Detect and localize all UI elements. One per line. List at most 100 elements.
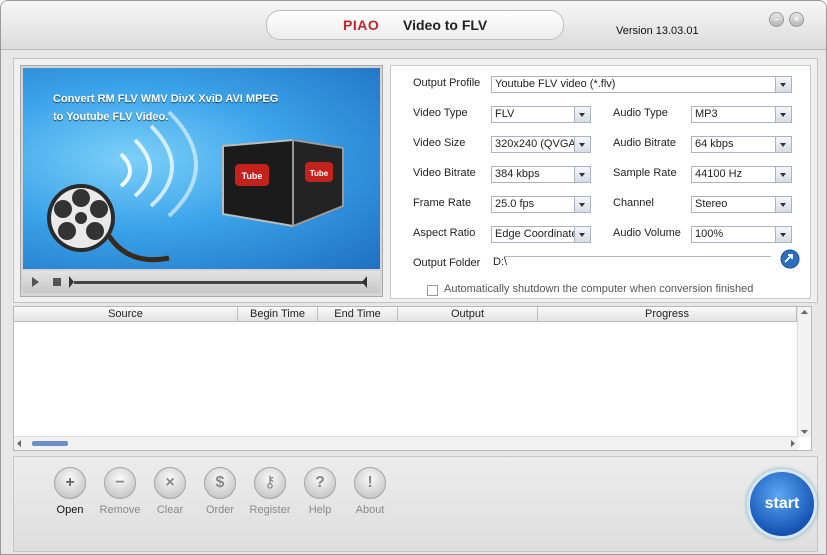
audio-bitrate-select[interactable]: 64 kbps	[691, 136, 792, 153]
remove-button[interactable]: − Remove	[95, 467, 145, 516]
chevron-down-icon	[775, 167, 791, 182]
about-button[interactable]: ! About	[345, 467, 395, 516]
minimize-icon[interactable]: –	[769, 12, 784, 27]
channel-value: Stereo	[695, 198, 728, 210]
output-profile-value: Youtube FLV video (*.flv)	[495, 78, 616, 90]
video-size-select[interactable]: 320x240 (QVGA)	[491, 136, 591, 153]
stop-icon[interactable]	[53, 278, 61, 286]
sample-rate-select[interactable]: 44100 Hz	[691, 166, 792, 183]
question-icon: ?	[304, 467, 336, 499]
chevron-down-icon	[574, 227, 590, 242]
banner-art: Tube Tube	[47, 110, 344, 263]
video-bitrate-select[interactable]: 384 kbps	[491, 166, 591, 183]
youtube-screens-icon: Tube Tube	[222, 138, 344, 228]
svg-text:Tube: Tube	[310, 169, 329, 178]
audio-type-label: Audio Type	[613, 107, 668, 119]
sample-rate-value: 44100 Hz	[695, 168, 743, 180]
column-progress[interactable]: Progress	[538, 307, 797, 322]
video-bitrate-value: 384 kbps	[495, 168, 540, 180]
register-label: Register	[249, 504, 291, 516]
minus-icon: −	[104, 467, 136, 499]
bottom-toolbar: + Open − Remove × Clear $ Order ⚷ Regist…	[13, 456, 818, 552]
app-title: Video to FLV	[403, 17, 488, 33]
chevron-down-icon	[775, 77, 791, 92]
film-reel-icon	[47, 184, 170, 263]
title-bar: PIAO Video to FLV Version 13.03.01 – ×	[1, 1, 826, 50]
play-icon[interactable]	[32, 277, 39, 287]
frame-rate-label: Frame Rate	[413, 197, 472, 209]
close-icon[interactable]: ×	[789, 12, 804, 27]
output-folder-label: Output Folder	[413, 257, 481, 269]
svg-text:Tube: Tube	[242, 171, 263, 181]
video-type-select[interactable]: FLV	[491, 106, 591, 123]
column-begin-time[interactable]: Begin Time	[238, 307, 318, 322]
register-button[interactable]: ⚷ Register	[245, 467, 295, 516]
video-type-label: Video Type	[413, 107, 468, 119]
output-profile-label: Output Profile	[413, 77, 481, 89]
top-panel: Convert RM FLV WMV DivX XviD AVI MPEG to…	[13, 58, 818, 303]
video-bitrate-label: Video Bitrate	[413, 167, 476, 179]
audio-bitrate-value: 64 kbps	[695, 138, 734, 150]
video-size-label: Video Size	[413, 137, 466, 149]
aspect-ratio-label: Aspect Ratio	[413, 227, 476, 239]
channel-select[interactable]: Stereo	[691, 196, 792, 213]
version-label: Version 13.03.01	[616, 25, 699, 37]
chevron-down-icon	[775, 137, 791, 152]
audio-volume-value: 100%	[695, 228, 724, 240]
column-output[interactable]: Output	[398, 307, 538, 322]
clear-label: Clear	[156, 504, 184, 516]
key-icon: ⚷	[254, 467, 286, 499]
settings-panel: Output Profile Youtube FLV video (*.flv)…	[390, 65, 811, 299]
exclamation-icon: !	[354, 467, 386, 499]
chevron-down-icon	[574, 197, 590, 212]
chevron-down-icon	[775, 197, 791, 212]
shutdown-label: Automatically shutdown the computer when…	[444, 283, 754, 295]
vertical-scrollbar[interactable]	[797, 307, 811, 437]
sample-rate-label: Sample Rate	[613, 167, 677, 179]
order-label: Order	[205, 504, 235, 516]
help-button[interactable]: ? Help	[295, 467, 345, 516]
preview-banner: Convert RM FLV WMV DivX XviD AVI MPEG to…	[23, 68, 380, 269]
audio-type-value: MP3	[695, 108, 718, 120]
frame-rate-select[interactable]: 25.0 fps	[491, 196, 591, 213]
order-button[interactable]: $ Order	[195, 467, 245, 516]
chevron-down-icon	[775, 107, 791, 122]
plus-icon: +	[54, 467, 86, 499]
clear-button[interactable]: × Clear	[145, 467, 195, 516]
open-label: Open	[56, 504, 84, 516]
about-label: About	[355, 504, 385, 516]
seek-bar[interactable]	[74, 281, 367, 284]
horizontal-scrollbar[interactable]	[14, 436, 798, 450]
dollar-icon: $	[204, 467, 236, 499]
aspect-ratio-value: Edge Coordinate	[495, 228, 578, 240]
chevron-down-icon	[574, 137, 590, 152]
brand-logo: PIAO	[343, 17, 380, 33]
chevron-down-icon	[574, 167, 590, 182]
open-button[interactable]: + Open	[45, 467, 95, 516]
remove-label: Remove	[99, 504, 141, 516]
player-controls	[23, 271, 380, 293]
video-size-value: 320x240 (QVGA)	[495, 138, 580, 150]
video-preview: Convert RM FLV WMV DivX XviD AVI MPEG to…	[20, 65, 383, 297]
audio-type-select[interactable]: MP3	[691, 106, 792, 123]
output-profile-select[interactable]: Youtube FLV video (*.flv)	[491, 76, 792, 93]
scroll-thumb[interactable]	[32, 441, 68, 446]
chevron-down-icon	[574, 107, 590, 122]
app-window: PIAO Video to FLV Version 13.03.01 – × C…	[0, 0, 827, 555]
shutdown-checkbox[interactable]	[427, 285, 438, 296]
aspect-ratio-select[interactable]: Edge Coordinate	[491, 226, 591, 243]
audio-bitrate-label: Audio Bitrate	[613, 137, 676, 149]
video-type-value: FLV	[495, 108, 515, 120]
chevron-down-icon	[775, 227, 791, 242]
browse-folder-icon[interactable]	[780, 249, 800, 269]
audio-volume-label: Audio Volume	[613, 227, 681, 239]
audio-volume-select[interactable]: 100%	[691, 226, 792, 243]
clear-x-icon: ×	[154, 467, 186, 499]
start-button[interactable]: start	[747, 469, 817, 539]
file-list: Source Begin Time End Time Output Progre…	[13, 306, 812, 451]
column-source[interactable]: Source	[14, 307, 238, 322]
channel-label: Channel	[613, 197, 654, 209]
output-folder-field[interactable]: D:\	[493, 256, 507, 268]
column-end-time[interactable]: End Time	[318, 307, 398, 322]
title-pill: PIAO Video to FLV	[266, 10, 564, 40]
